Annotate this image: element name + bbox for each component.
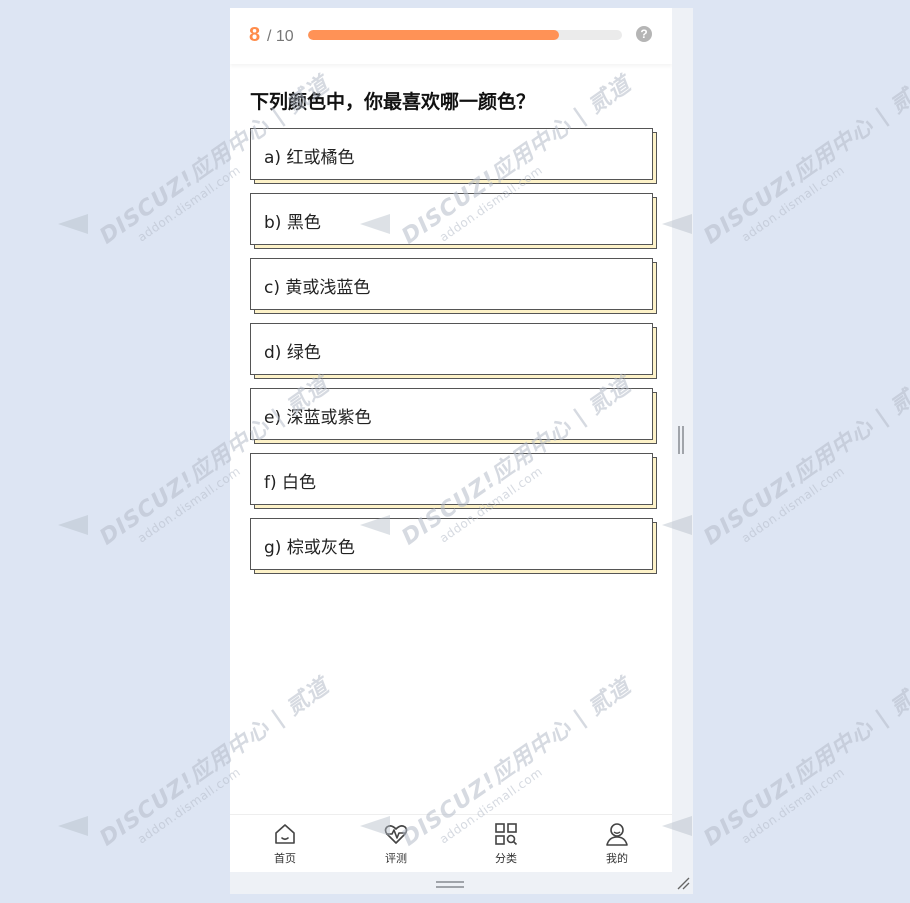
option-f[interactable]: f) 白色 (250, 453, 657, 509)
option-label: c) 黄或浅蓝色 (264, 278, 371, 298)
option-label: a) 红或橘色 (264, 148, 355, 168)
option-label: e) 深蓝或紫色 (264, 408, 372, 428)
watermark-arrow-icon (58, 515, 88, 535)
app-screen: 8 / 10 ? 下列颜色中，你最喜欢哪一颜色？ a) 红或橘色 b) 黑色 c… (230, 8, 672, 872)
nav-category[interactable]: 分类 (476, 821, 536, 869)
nav-home[interactable]: 首页 (255, 821, 315, 869)
option-a[interactable]: a) 红或橘色 (250, 128, 657, 184)
help-icon[interactable]: ? (636, 26, 652, 42)
option-c[interactable]: c) 黄或浅蓝色 (250, 258, 657, 314)
resize-corner-icon[interactable] (676, 876, 690, 890)
option-label: g) 棕或灰色 (264, 538, 355, 558)
watermark: DISCUZ!应用中心 | 贰道 addon.dismall.com (699, 71, 910, 250)
nav-home-label: 首页 (274, 852, 296, 865)
side-resize-handle[interactable] (678, 426, 686, 454)
page: 8 / 10 ? 下列颜色中，你最喜欢哪一颜色？ a) 红或橘色 b) 黑色 c… (0, 0, 910, 903)
home-icon (275, 824, 295, 844)
progress-header: 8 / 10 ? (230, 8, 672, 64)
nav-assessment-label: 评测 (385, 852, 407, 865)
watermark: DISCUZ!应用中心 | 贰道 addon.dismall.com (699, 673, 910, 852)
nav-assessment[interactable]: 评测 (366, 821, 426, 869)
question-title: 下列颜色中，你最喜欢哪一颜色？ (250, 91, 536, 113)
category-search-icon (495, 823, 518, 846)
heart-pulse-icon (384, 825, 408, 844)
option-label: d) 绿色 (264, 343, 321, 363)
progress-total: / 10 (267, 28, 294, 45)
options-list: a) 红或橘色 b) 黑色 c) 黄或浅蓝色 d) 绿色 e) 深蓝或紫色 f)… (250, 128, 660, 583)
user-icon (606, 823, 628, 846)
watermark: DISCUZ!应用中心 | 贰道 addon.dismall.com (699, 372, 910, 551)
watermark-arrow-icon (58, 214, 88, 234)
option-label: b) 黑色 (264, 213, 321, 233)
option-g[interactable]: g) 棕或灰色 (250, 518, 657, 574)
nav-mine-label: 我的 (606, 852, 628, 865)
option-d[interactable]: d) 绿色 (250, 323, 657, 379)
option-b[interactable]: b) 黑色 (250, 193, 657, 249)
progress-current: 8 (249, 24, 261, 46)
bottom-nav: 首页 评测 分类 我的 (230, 814, 672, 872)
option-e[interactable]: e) 深蓝或紫色 (250, 388, 657, 444)
phone-frame: 8 / 10 ? 下列颜色中，你最喜欢哪一颜色？ a) 红或橘色 b) 黑色 c… (230, 8, 693, 894)
progress-bar-fill (308, 30, 560, 40)
nav-mine[interactable]: 我的 (587, 821, 647, 869)
bottom-resize-handle[interactable] (436, 881, 466, 889)
option-label: f) 白色 (264, 473, 317, 493)
progress-bar (308, 30, 622, 40)
nav-category-label: 分类 (495, 852, 517, 865)
watermark-arrow-icon (58, 816, 88, 836)
